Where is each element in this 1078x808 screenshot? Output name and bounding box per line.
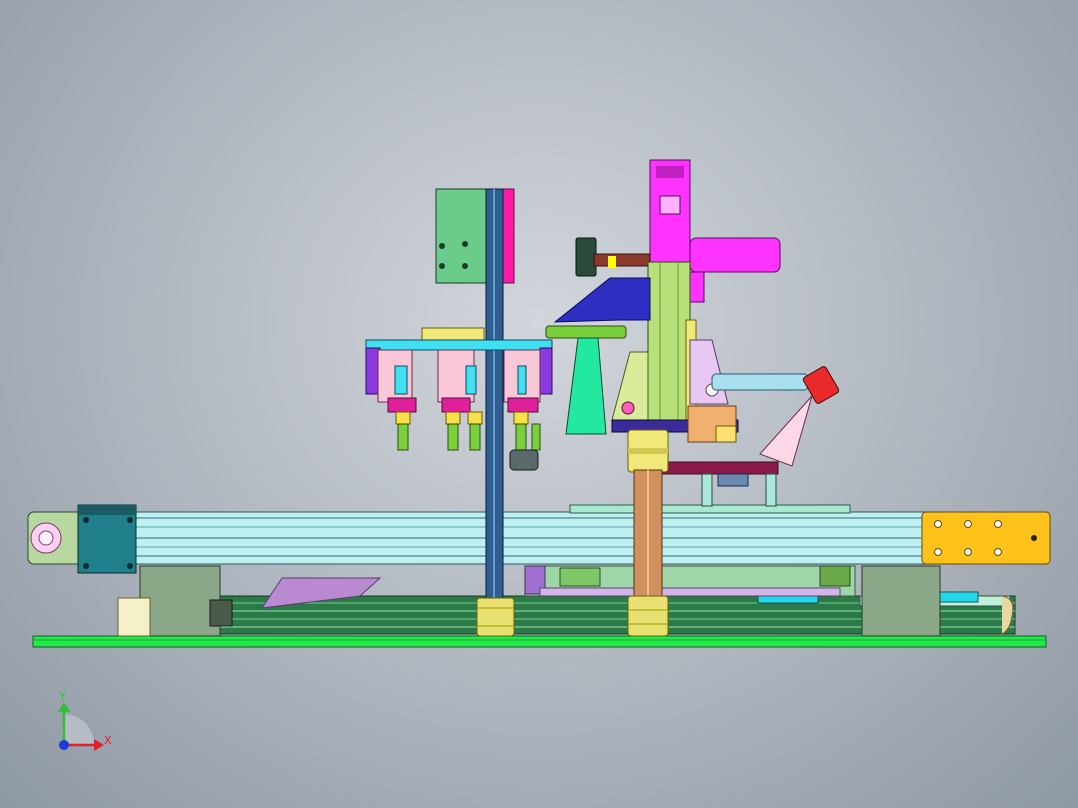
tool-plate[interactable] [659,461,779,475]
cad-viewport[interactable]: Y X [0,0,1078,808]
triad-y-label: Y [58,690,66,703]
gripper-head[interactable] [365,327,553,471]
right-end-block[interactable] [921,511,1051,565]
servo-arm-plate[interactable] [689,237,781,273]
z-slide[interactable] [647,261,691,423]
cad-scene[interactable]: Y X [0,0,1078,808]
drive-motor[interactable] [77,504,137,574]
suction-cone[interactable] [565,337,607,435]
conveyor-beam[interactable] [27,504,1051,565]
base-plate[interactable] [32,635,1047,648]
triad-x-label: X [104,734,112,747]
blue-bracket[interactable] [553,277,651,323]
sensor-arm[interactable] [711,373,809,391]
right-column-base[interactable] [627,595,669,637]
sensor-head[interactable] [802,366,840,405]
right-support-foot[interactable] [861,565,941,637]
left-support-foot[interactable] [139,565,221,637]
left-column-base[interactable] [476,597,515,637]
coordinate-triad-icon: Y X [58,690,112,751]
valve-body[interactable] [575,237,597,277]
sensor-cone[interactable] [759,395,813,467]
